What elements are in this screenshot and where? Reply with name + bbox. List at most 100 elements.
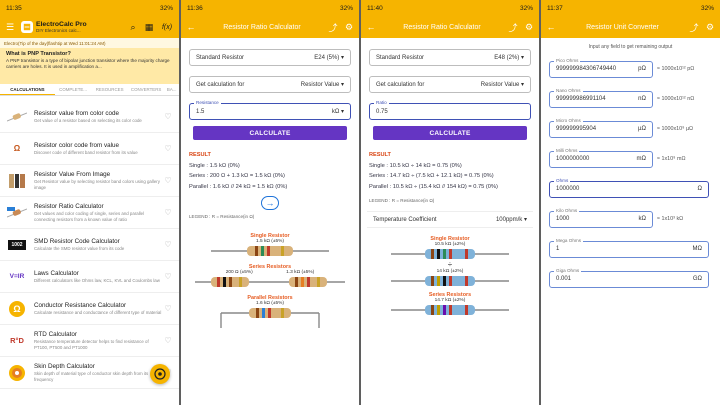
menu-icon[interactable]: ☰ xyxy=(5,22,15,32)
search-icon[interactable]: ⌕ xyxy=(128,22,138,32)
settings-icon[interactable]: ⚙ xyxy=(524,22,534,32)
micro-ohms-input[interactable]: Micro Ohms 999999995904 µΩ xyxy=(549,117,653,138)
list-item[interactable]: Ω Conductor Resistance Calculator Calcula… xyxy=(0,293,179,325)
favorite-icon[interactable]: ♡ xyxy=(163,112,173,122)
conductor-icon: Ω xyxy=(6,299,28,319)
favorite-icon[interactable]: ♡ xyxy=(163,240,173,250)
settings-icon[interactable]: ⚙ xyxy=(344,22,354,32)
list-item[interactable]: 1002 SMD Resistor Code Calculator Calcula… xyxy=(0,229,179,261)
series-value-1: 200 Ω (±5%) xyxy=(225,270,253,275)
status-battery: 32% xyxy=(519,4,533,12)
parallel-value: 1.6 kΩ // 24 kΩ = 1.5 kΩ (0%) xyxy=(212,183,288,190)
phone-home: 11:35 32% ☰ ElectroCalc Pro DIY Electron… xyxy=(0,0,179,405)
converter-row: Kilo Ohms 1000 kΩ ≈ 1x10³ kΩ xyxy=(541,204,720,234)
calculator-grid-icon[interactable]: ▦ xyxy=(144,22,154,32)
ai-assistant-fab[interactable] xyxy=(150,364,170,384)
settings-icon[interactable]: ⚙ xyxy=(705,22,715,32)
tab-converters[interactable]: CONVERTERS xyxy=(128,84,165,95)
approx-value: ≈ 1x10³ kΩ xyxy=(657,216,684,222)
list-item[interactable]: V=IR Laws Calculator Different calculator… xyxy=(0,261,179,293)
favorite-icon[interactable]: ♡ xyxy=(163,304,173,314)
nano-ohms-input[interactable]: Nano Ohms 999999986991104 nΩ xyxy=(549,87,653,108)
item-desc: Get Resistor value by selecting resistor… xyxy=(34,179,160,190)
field-unit: µΩ xyxy=(638,126,646,132)
skin-depth-icon xyxy=(6,363,28,383)
field-unit: nΩ xyxy=(638,96,646,102)
share-icon[interactable]: ⤴ xyxy=(689,22,699,33)
function-icon[interactable]: f(x) xyxy=(160,22,174,32)
field-value: 999999995904 xyxy=(556,126,597,132)
chevron-down-icon: ▾ xyxy=(340,109,344,115)
temperature-coefficient-select[interactable]: Temperature Coefficient 100ppm/k ▾ xyxy=(367,211,533,228)
share-icon[interactable]: ⤴ xyxy=(328,22,338,33)
rtd-text: R°D xyxy=(10,336,24,345)
status-bar: 11:35 32% xyxy=(0,0,179,16)
result-series: Series : 200 Ω + 1.3 kΩ = 1.5 kΩ (0%) xyxy=(189,173,285,179)
favorite-icon[interactable]: ♡ xyxy=(163,176,173,186)
giga-ohms-input[interactable]: Giga Ohms 0.001 GΩ xyxy=(549,267,709,288)
list-item[interactable]: R°D RTD Calculator Resistance temperature… xyxy=(0,325,179,357)
result-parallel: Parallel : 1.6 kΩ // 24 kΩ = 1.5 kΩ (0%) xyxy=(189,183,288,190)
field-label: Micro Ohms xyxy=(554,117,583,123)
back-arrow-icon[interactable]: ← xyxy=(546,22,556,32)
tab-more[interactable]: BA... xyxy=(164,84,179,95)
input-value: 0.75 xyxy=(376,108,388,115)
input-label: Resistance xyxy=(194,100,221,105)
standard-resistor-select[interactable]: Standard Resistor E48 (2%) ▾ xyxy=(369,49,531,66)
app-bar: ← Resistor Ratio Calculator ⤴ ⚙ xyxy=(181,16,359,38)
list-item[interactable]: Resistor Ratio Calculator Get values and … xyxy=(0,197,179,229)
milli-ohms-input[interactable]: Milli Ohms 1000000000 mΩ xyxy=(549,147,653,168)
item-desc: Calculate resistance and conductance of … xyxy=(34,309,162,315)
kilo-ohms-input[interactable]: Kilo Ohms 1000 kΩ xyxy=(549,207,653,228)
input-label: Ratio xyxy=(374,100,389,105)
standard-resistor-select[interactable]: Standard Resistor E24 (5%) ▾ xyxy=(189,49,351,66)
favorite-icon[interactable]: ♡ xyxy=(163,208,173,218)
chevron-down-icon: ▾ xyxy=(340,82,344,88)
phone-unit-converter: 11:37 32% ← Resistor Unit Converter ⤴ ⚙ I… xyxy=(541,0,720,405)
favorite-icon[interactable]: ♡ xyxy=(163,272,173,282)
tab-calculations[interactable]: CALCULATIONS xyxy=(0,84,55,95)
tip-title: What is PNP Transistor? xyxy=(6,51,71,57)
favorite-icon[interactable]: ♡ xyxy=(163,144,173,154)
resistance-input[interactable]: Resistance 1.5 kΩ ▾ xyxy=(189,100,351,120)
converter-row: Mega Ohms 1 MΩ xyxy=(541,234,720,264)
mega-ohms-input[interactable]: Mega Ohms 1 MΩ xyxy=(549,237,709,258)
converter-row: Ohms 1000000 Ω xyxy=(541,174,720,204)
single-value: 10.5 kΩ ÷ 14 kΩ = 0.75 (0%) xyxy=(389,162,462,169)
status-battery: 32% xyxy=(700,4,714,12)
next-arrow-button[interactable]: → xyxy=(261,196,279,210)
field-label: Giga Ohms xyxy=(554,267,582,273)
tip-card[interactable]: What is PNP Transistor? A PNP transistor… xyxy=(0,48,179,84)
back-arrow-icon[interactable]: ← xyxy=(186,22,196,32)
back-arrow-icon[interactable]: ← xyxy=(366,22,376,32)
app-logo-icon xyxy=(21,21,33,33)
converter-row: Pico Ohms 999999984306749440 pΩ ≈ 1000x10¹… xyxy=(541,54,720,84)
resistor-ratio-icon xyxy=(6,203,28,223)
tab-resources[interactable]: RESOURCES xyxy=(91,84,128,95)
field-unit: GΩ xyxy=(692,276,702,282)
conductor-omega: Ω xyxy=(9,300,25,317)
field-value: 1000000000 xyxy=(556,156,590,162)
calculate-button[interactable]: CALCULATE xyxy=(373,126,527,140)
tab-complete[interactable]: COMPLETE... xyxy=(55,84,92,95)
list-item[interactable]: Resistor value from color code Get value … xyxy=(0,101,179,133)
calculation-type-select[interactable]: Get calculation for Resistor Value ▾ xyxy=(189,76,351,93)
share-icon[interactable]: ⤴ xyxy=(508,22,518,33)
list-item[interactable]: Ω Resistor color code from value Discover… xyxy=(0,133,179,165)
chevron-down-icon: ▾ xyxy=(523,217,527,223)
calculation-type-select[interactable]: Get calculation for Resistor Value ▾ xyxy=(369,76,531,93)
converter-row: Giga Ohms 0.001 GΩ xyxy=(541,264,720,294)
ohms-input[interactable]: Ohms 1000000 Ω xyxy=(549,177,709,198)
assistant-icon xyxy=(154,368,166,380)
ratio-input[interactable]: Ratio 0.75 xyxy=(369,100,531,120)
screen-title: Resistor Ratio Calculator xyxy=(223,23,301,31)
select-value: E48 (2%) xyxy=(494,55,520,61)
pico-ohms-input[interactable]: Pico Ohms 999999984306749440 pΩ xyxy=(549,57,653,78)
favorite-icon[interactable]: ♡ xyxy=(163,336,173,346)
resistor-thumb-icon xyxy=(6,107,28,127)
laws-formula: V=IR xyxy=(9,273,25,280)
calculate-button[interactable]: CALCULATE xyxy=(193,126,347,140)
field-unit: Ω xyxy=(697,186,703,192)
list-item[interactable]: Resistor Value From Image Get Resistor va… xyxy=(0,165,179,197)
converter-row: Micro Ohms 999999995904 µΩ ≈ 1000x10⁹ µΩ xyxy=(541,114,720,144)
